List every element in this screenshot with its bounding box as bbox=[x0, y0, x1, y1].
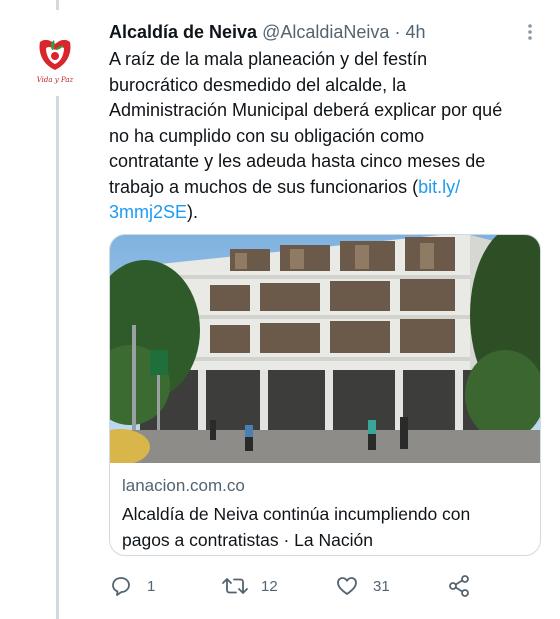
reply-count: 1 bbox=[147, 577, 156, 595]
avatar-caption: Vida y Paz bbox=[36, 76, 74, 84]
tweet-text-line: Administración Municipal deberá explicar… bbox=[109, 100, 503, 120]
tweet-text-line-with-link: trabajo a muchos de sus funcionarios (bi… bbox=[109, 175, 519, 201]
card-domain: lanacion.com.co bbox=[122, 476, 245, 495]
link-card[interactable]: lanacion.com.co Alcaldía de Neiva contin… bbox=[109, 234, 541, 556]
tweet-page: Vida y Paz Alcaldía de Neiva @AlcaldiaNe… bbox=[0, 0, 560, 619]
tweet-text-line: trabajo a muchos de sus funcionarios ( bbox=[109, 176, 419, 197]
reply-icon bbox=[112, 577, 130, 596]
card-title: Alcaldía de Neiva continúa incumpliendo … bbox=[122, 501, 528, 553]
retweet-icon bbox=[222, 578, 248, 594]
retweet-button[interactable]: 12 bbox=[221, 573, 278, 599]
card-title-line: pagos a contratistas · La Nación bbox=[122, 530, 373, 550]
more-icon bbox=[528, 24, 532, 40]
more-button[interactable] bbox=[522, 22, 538, 42]
logo-icon bbox=[39, 39, 71, 70]
retweet-count: 12 bbox=[261, 577, 278, 595]
like-button[interactable]: 31 bbox=[335, 573, 390, 599]
tweet-text-line: burocrático desmedido del alcalde, la bbox=[109, 74, 407, 95]
tweet-text-line: no ha cumplido con su obligación como bbox=[109, 125, 425, 146]
like-count: 31 bbox=[373, 577, 390, 595]
tweet-actions: 1 12 31 bbox=[109, 573, 539, 599]
tweet-text: A raíz de la mala planeación y del festí… bbox=[109, 47, 519, 226]
building-photo bbox=[110, 235, 540, 463]
thread-line-bottom bbox=[56, 96, 59, 619]
tweet-link[interactable]: bit.ly/ bbox=[418, 177, 460, 197]
author-name[interactable]: Alcaldía de Neiva bbox=[109, 22, 257, 42]
tweet-time[interactable]: 4h bbox=[405, 22, 425, 42]
like-icon bbox=[337, 577, 357, 595]
tweet-text-line-end: 3mmj2SE). bbox=[109, 200, 519, 226]
share-button[interactable] bbox=[447, 573, 471, 599]
reply-button[interactable]: 1 bbox=[109, 573, 155, 599]
card-title-line: Alcaldía de Neiva continúa incumpliendo … bbox=[122, 504, 471, 524]
author-handle[interactable]: @AlcaldiaNeiva bbox=[262, 22, 389, 42]
tweet-text-end: ). bbox=[187, 202, 199, 222]
tweet-text-line: A raíz de la mala planeación y del festí… bbox=[109, 49, 428, 69]
tweet-link-continued[interactable]: 3mmj2SE bbox=[109, 202, 187, 222]
header-separator: · bbox=[394, 22, 401, 42]
tweet-header: Alcaldía de Neiva @AlcaldiaNeiva · 4h bbox=[109, 20, 509, 44]
thread-line-top bbox=[56, 0, 59, 10]
share-icon bbox=[449, 575, 469, 597]
avatar[interactable]: Vida y Paz bbox=[30, 34, 80, 90]
card-body: lanacion.com.co Alcaldía de Neiva contin… bbox=[122, 475, 528, 553]
tweet-text-line: contratante y les adeuda hasta cinco mes… bbox=[109, 151, 486, 171]
card-image[interactable] bbox=[110, 235, 540, 463]
